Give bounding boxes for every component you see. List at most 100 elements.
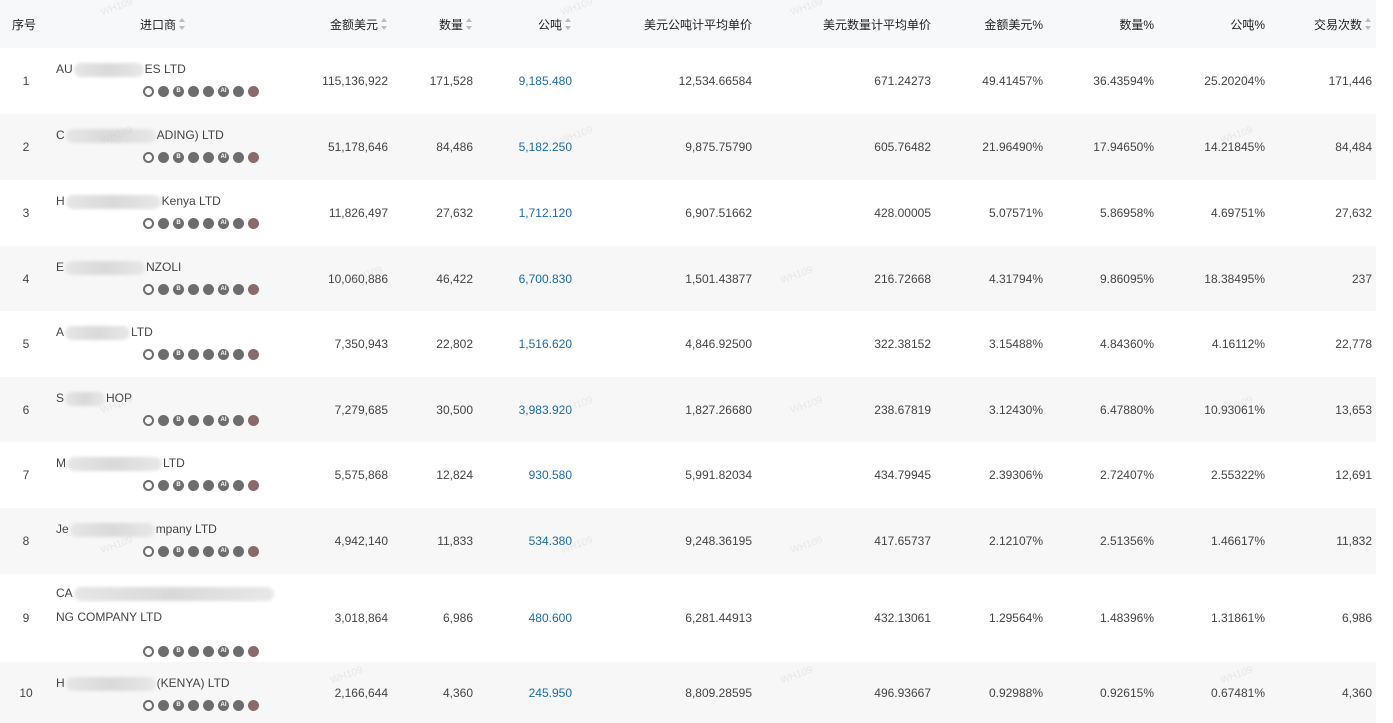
importer-cell[interactable]: S HOP B AI bbox=[56, 377, 326, 442]
importer-cell[interactable]: M LTD B AI bbox=[56, 442, 326, 508]
compass-icon[interactable] bbox=[158, 415, 169, 426]
compass-icon[interactable] bbox=[158, 218, 169, 229]
target-icon[interactable] bbox=[143, 349, 154, 360]
people-icon[interactable] bbox=[233, 415, 244, 426]
ton-value[interactable]: 245.950 bbox=[529, 662, 572, 723]
b-badge-icon[interactable]: B bbox=[173, 218, 184, 229]
circle-dot-icon[interactable] bbox=[188, 646, 199, 657]
importer-cell[interactable]: CA NG COMPANY LTD B AI bbox=[56, 574, 326, 662]
importer-name-line2[interactable]: NG COMPANY LTD bbox=[56, 610, 162, 624]
table-row[interactable]: 1 AU ES LTD B AI 115,136,922 171,528 9,185.480 1… bbox=[0, 48, 1376, 114]
people-icon[interactable] bbox=[233, 349, 244, 360]
importer-cell[interactable]: A LTD B AI bbox=[56, 311, 326, 377]
circle-dot-icon[interactable] bbox=[188, 415, 199, 426]
record-icon[interactable] bbox=[248, 480, 259, 491]
people-icon[interactable] bbox=[233, 86, 244, 97]
record-icon[interactable] bbox=[248, 349, 259, 360]
record-icon[interactable] bbox=[248, 415, 259, 426]
compass-icon[interactable] bbox=[158, 152, 169, 163]
importer-cell[interactable]: E NZOLI B AI bbox=[56, 246, 326, 311]
people-icon[interactable] bbox=[233, 284, 244, 295]
circle-dot-icon[interactable] bbox=[188, 349, 199, 360]
importer-name[interactable]: CA bbox=[56, 586, 275, 601]
ton-value[interactable]: 480.600 bbox=[529, 574, 572, 662]
compass-icon[interactable] bbox=[158, 349, 169, 360]
header-ton[interactable]: 公吨 bbox=[538, 0, 572, 48]
importer-name[interactable]: H Kenya LTD bbox=[56, 194, 221, 209]
target-icon[interactable] bbox=[143, 152, 154, 163]
table-row[interactable]: 10 H (KENYA) LTD B AI 2,166,644 4,360 245.950 8,… bbox=[0, 662, 1376, 723]
ton-value[interactable]: 534.380 bbox=[529, 508, 572, 574]
table-row[interactable]: 7 M LTD B AI 5,575,868 12,824 930.580 5,991.8203… bbox=[0, 442, 1376, 508]
compass-icon[interactable] bbox=[158, 86, 169, 97]
target-icon[interactable] bbox=[143, 218, 154, 229]
globe-icon[interactable] bbox=[203, 218, 214, 229]
table-row[interactable]: 9 CA NG COMPANY LTD B AI 3,018,864 6,986 480.60… bbox=[0, 574, 1376, 662]
globe-icon[interactable] bbox=[203, 415, 214, 426]
table-row[interactable]: 8 Je mpany LTD B AI 4,942,140 11,833 534.380 9,2… bbox=[0, 508, 1376, 574]
globe-icon[interactable] bbox=[203, 646, 214, 657]
ai-icon[interactable]: AI bbox=[218, 415, 229, 426]
b-badge-icon[interactable]: B bbox=[173, 86, 184, 97]
ton-value[interactable]: 9,185.480 bbox=[519, 48, 572, 114]
importer-name[interactable]: Je mpany LTD bbox=[56, 522, 217, 537]
importer-name[interactable]: A LTD bbox=[56, 325, 153, 340]
people-icon[interactable] bbox=[233, 700, 244, 711]
b-badge-icon[interactable]: B bbox=[173, 349, 184, 360]
compass-icon[interactable] bbox=[158, 700, 169, 711]
ai-icon[interactable]: AI bbox=[218, 546, 229, 557]
b-badge-icon[interactable]: B bbox=[173, 284, 184, 295]
ai-icon[interactable]: AI bbox=[218, 218, 229, 229]
ton-value[interactable]: 930.580 bbox=[529, 442, 572, 508]
target-icon[interactable] bbox=[143, 700, 154, 711]
record-icon[interactable] bbox=[248, 284, 259, 295]
importer-name[interactable]: H (KENYA) LTD bbox=[56, 676, 230, 691]
table-row[interactable]: 6 S HOP B AI 7,279,685 30,500 3,983.920 1,827.26… bbox=[0, 377, 1376, 442]
b-badge-icon[interactable]: B bbox=[173, 546, 184, 557]
importer-cell[interactable]: Je mpany LTD B AI bbox=[56, 508, 326, 574]
globe-icon[interactable] bbox=[203, 86, 214, 97]
globe-icon[interactable] bbox=[203, 546, 214, 557]
b-badge-icon[interactable]: B bbox=[173, 700, 184, 711]
people-icon[interactable] bbox=[233, 546, 244, 557]
importer-cell[interactable]: AU ES LTD B AI bbox=[56, 48, 326, 114]
sort-icon[interactable] bbox=[381, 18, 388, 30]
record-icon[interactable] bbox=[248, 700, 259, 711]
record-icon[interactable] bbox=[248, 646, 259, 657]
globe-icon[interactable] bbox=[203, 349, 214, 360]
ton-value[interactable]: 1,712.120 bbox=[519, 180, 572, 246]
header-txn[interactable]: 交易次数 bbox=[1314, 0, 1372, 48]
importer-cell[interactable]: H (KENYA) LTD B AI bbox=[56, 662, 326, 723]
ai-icon[interactable]: AI bbox=[218, 284, 229, 295]
sort-icon[interactable] bbox=[565, 18, 572, 30]
circle-dot-icon[interactable] bbox=[188, 700, 199, 711]
importer-name[interactable]: S HOP bbox=[56, 391, 132, 406]
ton-value[interactable]: 1,516.620 bbox=[519, 311, 572, 377]
importer-name[interactable]: M LTD bbox=[56, 456, 185, 471]
table-row[interactable]: 3 H Kenya LTD B AI 11,826,497 27,632 1,712.120 6… bbox=[0, 180, 1376, 246]
target-icon[interactable] bbox=[143, 546, 154, 557]
b-badge-icon[interactable]: B bbox=[173, 646, 184, 657]
globe-icon[interactable] bbox=[203, 480, 214, 491]
importer-name[interactable]: C ADING) LTD bbox=[56, 128, 224, 143]
sort-icon[interactable] bbox=[1365, 18, 1372, 30]
b-badge-icon[interactable]: B bbox=[173, 415, 184, 426]
ai-icon[interactable]: AI bbox=[218, 349, 229, 360]
target-icon[interactable] bbox=[143, 415, 154, 426]
table-row[interactable]: 2 C ADING) LTD B AI 51,178,646 84,486 5,182.250… bbox=[0, 114, 1376, 180]
circle-dot-icon[interactable] bbox=[188, 152, 199, 163]
target-icon[interactable] bbox=[143, 646, 154, 657]
ton-value[interactable]: 5,182.250 bbox=[519, 114, 572, 180]
people-icon[interactable] bbox=[233, 152, 244, 163]
header-importer[interactable]: 进口商 bbox=[140, 0, 186, 48]
importer-cell[interactable]: H Kenya LTD B AI bbox=[56, 180, 326, 246]
table-row[interactable]: 4 E NZOLI B AI 10,060,886 46,422 6,700.830 1,501… bbox=[0, 246, 1376, 311]
people-icon[interactable] bbox=[233, 646, 244, 657]
people-icon[interactable] bbox=[233, 218, 244, 229]
globe-icon[interactable] bbox=[203, 284, 214, 295]
header-usd[interactable]: 金额美元 bbox=[330, 0, 388, 48]
record-icon[interactable] bbox=[248, 218, 259, 229]
compass-icon[interactable] bbox=[158, 546, 169, 557]
ai-icon[interactable]: AI bbox=[218, 700, 229, 711]
circle-dot-icon[interactable] bbox=[188, 480, 199, 491]
